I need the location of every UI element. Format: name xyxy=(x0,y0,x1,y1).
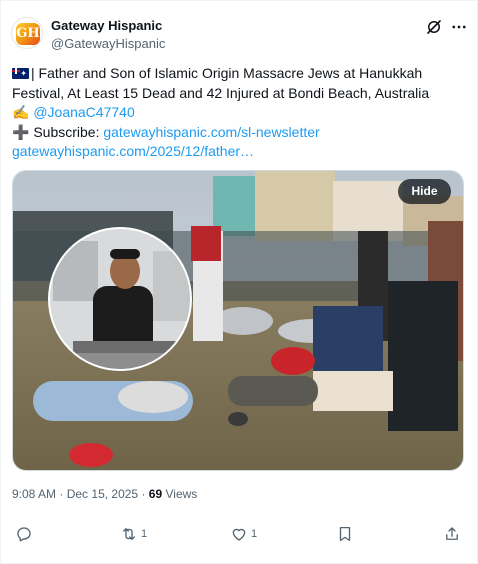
meta-separator-2: · xyxy=(141,487,146,501)
like-icon xyxy=(232,528,246,541)
tweet-line-2: Festival, At Least 15 Dead and 42 Injure… xyxy=(12,84,430,101)
bookmark-icon xyxy=(339,526,351,542)
share-button[interactable] xyxy=(443,523,461,545)
views-count: 69 xyxy=(148,487,163,501)
retweet-icon xyxy=(123,528,135,540)
tweet-line-4: ➕ Subscribe: gatewayhispanic.com/sl-news… xyxy=(12,123,470,143)
tweet-card: GH Gateway Hispanic @GatewayHispanic | F… xyxy=(0,0,478,564)
author-avatar[interactable]: GH xyxy=(11,17,43,49)
like-count: 1 xyxy=(251,528,258,540)
meta-separator: · xyxy=(59,487,64,501)
more-icon[interactable] xyxy=(450,18,468,36)
australia-flag-icon xyxy=(12,68,29,79)
hide-media-button[interactable]: Hide xyxy=(398,179,451,204)
tweet-line-1: | Father and Son of Islamic Origin Massa… xyxy=(12,64,470,84)
reply-button[interactable] xyxy=(15,523,33,545)
writing-hand-icon: ✍️ xyxy=(12,104,30,120)
author-handle[interactable]: @GatewayHispanic xyxy=(51,36,165,51)
like-button[interactable]: 1 xyxy=(230,523,257,545)
tweet-media-image[interactable] xyxy=(12,170,464,471)
avatar-logo: GH xyxy=(16,23,40,45)
retweet-button[interactable]: 1 xyxy=(120,523,147,545)
media-photo xyxy=(13,171,463,470)
reply-icon xyxy=(17,527,31,542)
article-link[interactable]: gatewayhispanic.com/2025/12/father… xyxy=(12,143,254,159)
retweet-count: 1 xyxy=(141,528,148,540)
newsletter-link[interactable]: gatewayhispanic.com/sl-newsletter xyxy=(103,124,319,140)
tweet-date[interactable]: Dec 15, 2025 xyxy=(67,487,138,501)
grok-icon[interactable] xyxy=(425,18,443,36)
tweet-actions: 1 1 xyxy=(1,523,478,547)
tweet-meta: 9:08 AM · Dec 15, 2025 · 69 Views xyxy=(12,487,197,501)
mention-link[interactable]: @JoanaC47740 xyxy=(33,104,134,120)
tweet-text: | Father and Son of Islamic Origin Massa… xyxy=(12,64,470,162)
tweet-line-3: ✍️ @JoanaC47740 xyxy=(12,103,470,123)
author-name[interactable]: Gateway Hispanic xyxy=(51,18,162,33)
share-icon xyxy=(446,527,458,540)
views-label: Views xyxy=(165,487,198,501)
tweet-time[interactable]: 9:08 AM xyxy=(12,487,56,501)
subscribe-label: ➕ Subscribe: xyxy=(12,123,104,140)
tweet-line-5: gatewayhispanic.com/2025/12/father… xyxy=(12,142,470,162)
bookmark-button[interactable] xyxy=(336,523,354,545)
